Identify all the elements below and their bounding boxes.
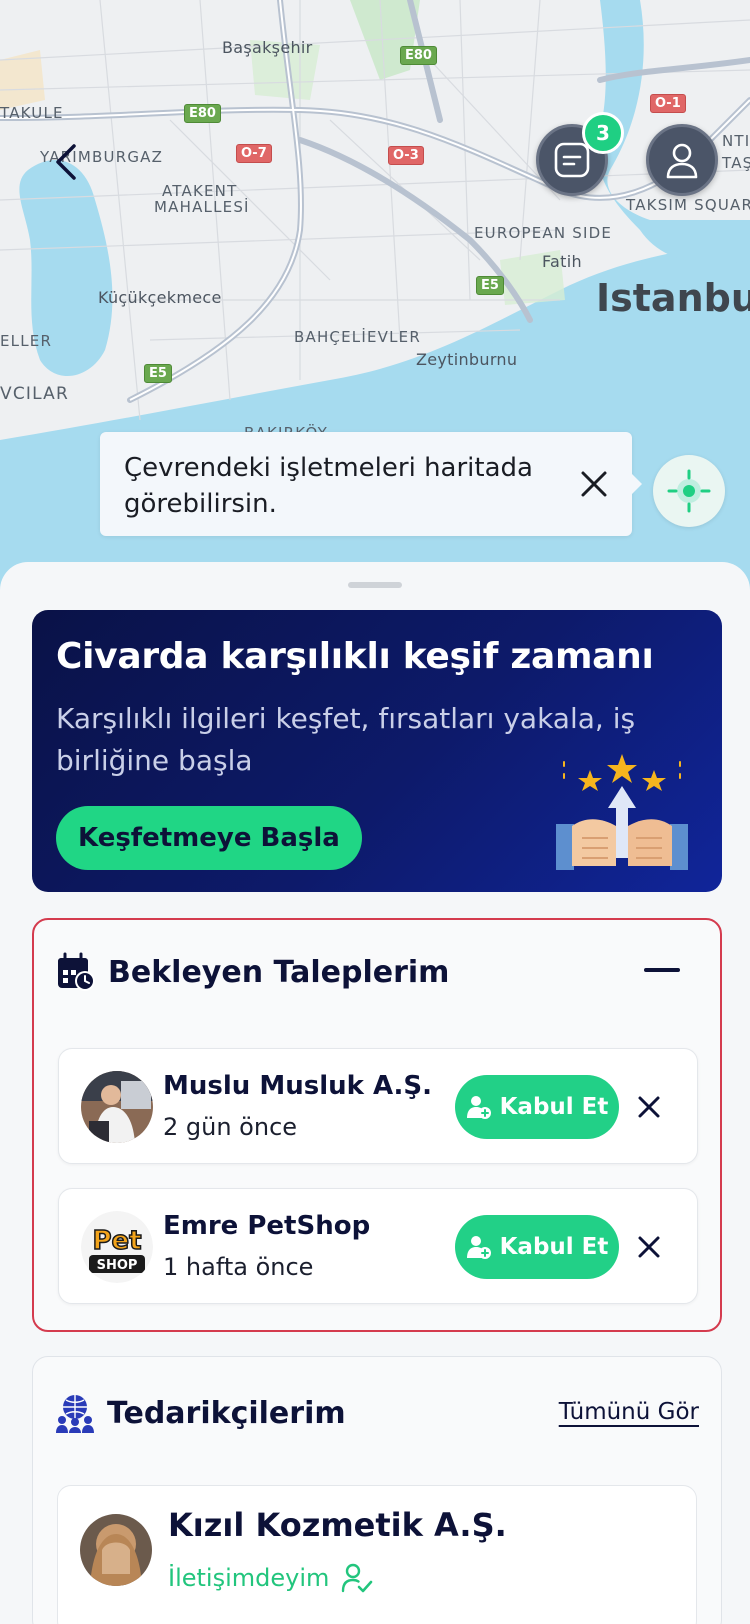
close-icon [638, 1096, 660, 1118]
bottom-sheet[interactable]: Civarda karşılıklı keşif zamanı Karşılık… [0, 562, 750, 1624]
collapse-button[interactable] [644, 966, 680, 974]
supplier-name: Kızıl Kozmetik A.Ş. [168, 1506, 507, 1544]
handshake-stars-illustration [556, 754, 688, 870]
request-time: 2 gün önce [163, 1113, 298, 1141]
add-user-icon [466, 1096, 491, 1119]
map-label-fatih: Fatih [542, 252, 582, 271]
map-label-zeytinburnu: Zeytinburnu [416, 350, 518, 369]
road-badge-e5: E5 [476, 276, 504, 295]
road-badge-e80: E80 [184, 104, 221, 123]
tooltip-arrow [632, 474, 642, 494]
pending-requests-header: Bekleyen Taleplerim [56, 952, 449, 992]
request-row[interactable]: Muslu Musluk A.Ş. 2 gün önce Kabul Et [58, 1048, 698, 1164]
back-button[interactable] [48, 140, 84, 184]
map-label-istanbul: Istanbul [596, 276, 750, 320]
pending-requests-title: Bekleyen Taleplerim [108, 954, 450, 990]
map-label-european-side: EUROPEAN SIDE [474, 224, 613, 242]
promo-title: Civarda karşılıklı keşif zamanı [56, 636, 654, 677]
message-icon [554, 142, 590, 178]
pending-requests-card: Bekleyen Taleplerim Muslu Musluk A.Ş. 2 … [32, 918, 722, 1332]
logo-text-pet: Pet [92, 1226, 141, 1256]
map-label-nti: NTI [722, 132, 750, 150]
accept-button-label: Kabul Et [499, 1094, 609, 1120]
map-view[interactable]: Başakşehir TAKULE YARIMBURGAZ ATAKENT MA… [0, 0, 750, 600]
user-icon [666, 143, 698, 179]
user-check-icon [342, 1563, 373, 1593]
road-badge-e5: E5 [144, 364, 172, 383]
request-time: 1 hafta önce [163, 1253, 314, 1281]
map-hint-tooltip: Çevrendeki işletmeleri haritada görebili… [100, 432, 642, 536]
map-label-bahcelievler: BAHÇELİEVLER [294, 328, 421, 346]
map-label-kucukcekmece: Küçükçekmece [98, 288, 222, 307]
suppliers-card: Tedarikçilerim Tümünü Gör Kızıl Kozmetik… [32, 1356, 722, 1624]
map-label-tas: TAŞ [722, 154, 750, 172]
calendar-clock-icon [58, 952, 95, 991]
request-company-name: Muslu Musluk A.Ş. [163, 1071, 433, 1101]
road-badge-o7: O-7 [236, 144, 272, 163]
supplier-status-label: İletişimdeyim [168, 1564, 330, 1592]
start-exploring-button[interactable]: Keşfetmeye Başla [56, 806, 362, 870]
tooltip-text: Çevrendeki işletmeleri haritada görebili… [124, 453, 533, 519]
request-company-name: Emre PetShop [163, 1211, 371, 1241]
suppliers-header: Tedarikçilerim [55, 1393, 346, 1433]
request-row[interactable]: Pet SHOP Emre PetShop 1 hafta önce Kabul… [58, 1188, 698, 1304]
chevron-left-icon [56, 144, 76, 180]
map-label-eller: ELLER [0, 332, 53, 350]
see-all-link[interactable]: Tümünü Gör [559, 1399, 699, 1425]
reject-button[interactable] [631, 1089, 667, 1125]
logo-text-shop: SHOP [97, 1258, 138, 1273]
map-label-takule: TAKULE [0, 104, 64, 122]
map-label-taksim: TAKSIM SQUAR [626, 196, 750, 214]
sheet-drag-handle[interactable] [348, 582, 402, 588]
road-badge-o1: O-1 [650, 94, 686, 113]
add-user-icon [466, 1236, 491, 1259]
avatar [81, 1071, 153, 1143]
notification-badge: 3 [582, 112, 624, 154]
road-badge-o3: O-3 [388, 146, 424, 165]
close-icon [581, 471, 607, 497]
accept-button[interactable]: Kabul Et [455, 1075, 619, 1139]
discovery-promo-banner: Civarda karşılıklı keşif zamanı Karşılık… [32, 610, 722, 892]
profile-button[interactable] [646, 124, 718, 196]
accept-button-label: Kabul Et [499, 1234, 609, 1260]
suppliers-title: Tedarikçilerim [107, 1395, 346, 1431]
map-label-vcilar: VCILAR [0, 384, 70, 404]
accept-button[interactable]: Kabul Et [455, 1215, 619, 1279]
close-icon [638, 1236, 660, 1258]
avatar: Pet SHOP [81, 1211, 153, 1283]
road-badge-e80: E80 [400, 46, 437, 65]
minus-icon [644, 968, 680, 972]
location-target-icon [667, 469, 711, 513]
globe-people-icon [56, 1395, 94, 1433]
map-label-basaksehir: Başakşehir [222, 38, 313, 57]
supplier-row[interactable]: Kızıl Kozmetik A.Ş. İletişimdeyim [57, 1485, 697, 1624]
avatar [80, 1514, 152, 1586]
tooltip-close-button[interactable] [574, 464, 614, 504]
reject-button[interactable] [631, 1229, 667, 1265]
my-location-button[interactable] [653, 455, 725, 527]
map-label-mahallesi: MAHALLESİ [154, 198, 250, 216]
supplier-status: İletişimdeyim [168, 1562, 373, 1594]
